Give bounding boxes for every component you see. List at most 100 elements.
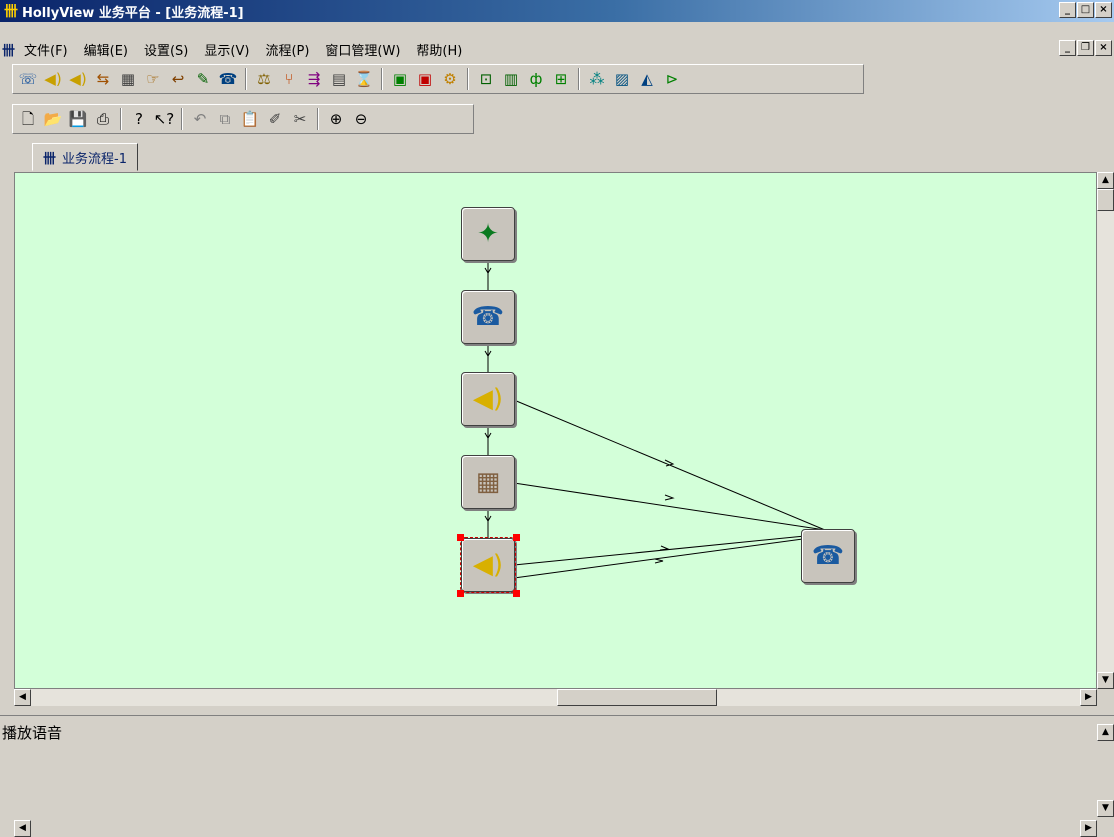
im-icon[interactable]: ⊞ (550, 68, 572, 90)
new-file-icon[interactable]: 🗋 (17, 108, 39, 130)
menu-help[interactable]: 帮助(H) (408, 40, 470, 59)
zoom-in-icon[interactable]: ⊕ (325, 108, 347, 130)
menu-edit[interactable]: 编辑(E) (76, 40, 136, 59)
selection-handle[interactable] (513, 590, 520, 597)
mdi-child-icon[interactable]: 卌 (2, 40, 15, 59)
route-icon[interactable]: ⇶ (303, 68, 325, 90)
record-icon[interactable]: ⊡ (475, 68, 497, 90)
hourglass-icon[interactable]: ⌛ (353, 68, 375, 90)
selection-handle[interactable] (457, 590, 464, 597)
mdi-close-button[interactable]: × (1095, 40, 1112, 56)
phone-handset-icon[interactable]: ☏ (17, 68, 39, 90)
selection-handle[interactable] (513, 534, 520, 541)
menu-file[interactable]: 文件(F) (16, 40, 76, 59)
toolbar-separator (245, 68, 247, 90)
toolbar-separator (381, 68, 383, 90)
play-voice-node-2-icon: ◀) (472, 550, 504, 580)
document-tab-bar: 卌 业务流程-1 (12, 140, 1102, 172)
menu-view[interactable]: 显示(V) (196, 40, 257, 59)
app-logo-icon: 卌 (4, 4, 18, 20)
transfer-icon[interactable]: ⇆ (92, 68, 114, 90)
function-icon[interactable]: ф (525, 68, 547, 90)
menu-bar: 卌 文件(F) 编辑(E) 设置(S) 显示(V) 流程(P) 窗口管理(W) … (0, 38, 1114, 60)
tab-label: 业务流程-1 (62, 151, 127, 167)
close-button[interactable]: × (1095, 2, 1112, 18)
output-scroll-left-button[interactable]: ◀ (14, 820, 31, 837)
open-folder-icon[interactable]: 📂 (42, 108, 64, 130)
zoom-out-icon[interactable]: ⊖ (350, 108, 372, 130)
print-icon[interactable]: ⎙ (92, 108, 114, 130)
key-input-node[interactable]: ▦ (461, 455, 515, 509)
window-title: HollyView 业务平台 - [业务流程-1] (22, 5, 244, 21)
toolbar-separator (578, 68, 580, 90)
menu-window[interactable]: 窗口管理(W) (317, 40, 408, 59)
brush-icon[interactable]: ✐ (264, 108, 286, 130)
flow-connections (484, 260, 826, 579)
chart-icon[interactable]: ◭ (636, 68, 658, 90)
context-help-icon[interactable]: ↖? (153, 108, 175, 130)
speaker-icon[interactable]: ◀) (42, 68, 64, 90)
dl-icon[interactable]: ⊳ (661, 68, 683, 90)
menu-settings[interactable]: 设置(S) (136, 40, 196, 59)
tab-business-flow-1[interactable]: 卌 业务流程-1 (32, 143, 138, 171)
toolbar-separator (120, 108, 122, 130)
start-node-icon: ✦ (477, 219, 499, 249)
menu-process[interactable]: 流程(P) (257, 40, 317, 59)
maximize-button[interactable]: □ (1077, 2, 1094, 18)
flow-doc-icon: 卌 (43, 151, 57, 167)
help-icon[interactable]: ? (128, 108, 150, 130)
matrix-icon[interactable]: ▣ (389, 68, 411, 90)
mdi-restore-button[interactable]: ❐ (1077, 40, 1094, 56)
mdi-minimize-button[interactable]: _ (1059, 40, 1076, 56)
output-scroll-down-button[interactable]: ▼ (1097, 800, 1114, 817)
vertical-scrollbar[interactable]: ▲ ▼ (1097, 172, 1114, 689)
database-icon[interactable]: ▥ (500, 68, 522, 90)
grid-dots-icon[interactable]: ⁂ (586, 68, 608, 90)
hand-keypad-icon[interactable]: ☞ (142, 68, 164, 90)
paste-icon[interactable]: 📋 (239, 108, 261, 130)
save-icon[interactable]: 💾 (67, 108, 89, 130)
selection-handle[interactable] (457, 534, 464, 541)
toolbar-separator (317, 108, 319, 130)
incoming-call-node-icon: ☎ (471, 302, 505, 332)
play-voice-node-2[interactable]: ◀) (460, 537, 516, 593)
output-scroll-right-button[interactable]: ▶ (1080, 820, 1097, 837)
return-icon[interactable]: ↩ (167, 68, 189, 90)
status-text: 播放语音 (2, 724, 63, 742)
output-scroll-up-button[interactable]: ▲ (1097, 724, 1114, 741)
undo-icon[interactable]: ↶ (189, 108, 211, 130)
hangup-phone-node-icon: ☎ (811, 541, 845, 571)
connector-line (513, 482, 826, 531)
image-icon[interactable]: ▨ (611, 68, 633, 90)
scroll-left-button[interactable]: ◀ (14, 689, 31, 706)
scale-icon[interactable]: ⚖ (253, 68, 275, 90)
speaker-record-icon[interactable]: ◀) (67, 68, 89, 90)
table-icon[interactable]: ▤ (328, 68, 350, 90)
grid-keypad-icon[interactable]: ▦ (117, 68, 139, 90)
arrow-heads (654, 459, 675, 564)
copy-icon[interactable]: ⧉ (214, 108, 236, 130)
start-node[interactable]: ✦ (461, 207, 515, 261)
telephone-icon[interactable]: ☎ (217, 68, 239, 90)
minimize-button[interactable]: _ (1059, 2, 1076, 18)
incoming-call-node[interactable]: ☎ (461, 290, 515, 344)
scroll-up-button[interactable]: ▲ (1097, 172, 1114, 189)
vertical-scroll-thumb[interactable] (1097, 189, 1114, 211)
pen-icon[interactable]: ✎ (192, 68, 214, 90)
horizontal-scroll-thumb[interactable] (557, 689, 717, 706)
connector-line (513, 533, 826, 566)
toolbar-separator (467, 68, 469, 90)
flow-canvas[interactable]: ✦ ☎ ◀) ▦ ◀) ☎ (14, 172, 1097, 689)
title-bar: 卌 HollyView 业务平台 - [业务流程-1] _ □ × (0, 0, 1114, 22)
scroll-down-button[interactable]: ▼ (1097, 672, 1114, 689)
hangup-phone-node[interactable]: ☎ (801, 529, 855, 583)
cut-icon[interactable]: ✂ (289, 108, 311, 130)
horizontal-scrollbar[interactable]: ◀ ▶ (14, 689, 1097, 706)
gear-icon[interactable]: ⚙ (439, 68, 461, 90)
connector-line (513, 535, 826, 579)
branch-icon[interactable]: ⑂ (278, 68, 300, 90)
scroll-right-button[interactable]: ▶ (1080, 689, 1097, 706)
mdi-window-controls: _ ❐ × (1059, 40, 1112, 56)
matrix-red-icon[interactable]: ▣ (414, 68, 436, 90)
play-voice-node-1[interactable]: ◀) (461, 372, 515, 426)
